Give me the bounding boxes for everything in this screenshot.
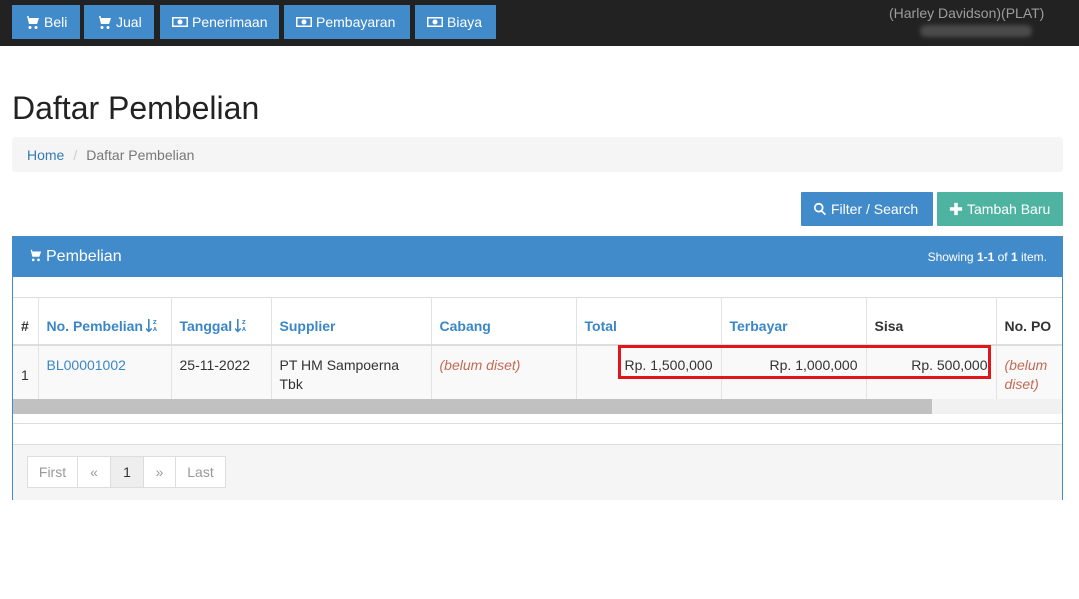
row-cabang: (belum diset)	[431, 344, 577, 400]
pagination: First « 1 » Last	[27, 456, 226, 488]
sort-icon: ZA	[145, 318, 158, 333]
money-icon	[172, 14, 188, 30]
biaya-button[interactable]: Biaya	[415, 5, 496, 39]
row-total: Rp. 1,500,000	[576, 344, 722, 400]
money-icon	[427, 14, 443, 30]
svg-text:A: A	[153, 327, 157, 333]
pagination-next[interactable]: »	[143, 456, 176, 488]
row-terbayar: Rp. 1,000,000	[721, 344, 867, 400]
showing-summary: Showing 1-1 of 1 item.	[928, 250, 1047, 264]
biaya-label: Biaya	[447, 14, 483, 30]
filter-search-label: Filter / Search	[831, 201, 919, 217]
beli-label: Beli	[44, 14, 68, 30]
breadcrumb-home-link[interactable]: Home	[27, 147, 64, 163]
cart-icon	[24, 14, 40, 30]
pembelian-table: # No. Pembelian Z A Tanggal Z A Supplier Cab…	[13, 297, 1062, 400]
breadcrumb: Home / Daftar Pembelian	[12, 137, 1063, 172]
column-header-tanggal-label: Tanggal	[179, 317, 233, 334]
top-navbar: Beli Jual Penerimaan Pembayaran Biaya (H…	[0, 0, 1079, 46]
table-header-row: # No. Pembelian Z A Tanggal Z A Supplier Cab…	[13, 297, 1062, 345]
pagination-first[interactable]: First	[27, 456, 78, 488]
search-icon	[813, 202, 827, 216]
svg-text:A: A	[242, 327, 246, 333]
no-pembelian-link[interactable]: BL00001002	[47, 357, 126, 373]
column-header-tanggal[interactable]: Tanggal Z A	[171, 297, 272, 345]
column-header-no-pembelian-label: No. Pembelian	[46, 317, 143, 334]
pagination-last[interactable]: Last	[175, 456, 226, 488]
column-header-no-pembelian[interactable]: No. Pembelian Z A	[38, 297, 172, 345]
row-no-pembelian-link[interactable]: BL00001002	[38, 344, 172, 400]
money-icon	[296, 14, 312, 30]
beli-button[interactable]: Beli	[12, 5, 80, 39]
filter-search-button[interactable]: Filter / Search	[801, 192, 933, 226]
breadcrumb-current: Daftar Pembelian	[86, 146, 195, 163]
panel-title: Pembelian	[28, 248, 122, 267]
cart-icon	[96, 14, 112, 30]
divider	[13, 423, 1062, 424]
row-sisa: Rp. 500,000	[866, 344, 997, 400]
svg-text:Z: Z	[242, 320, 246, 326]
row-index: 1	[13, 344, 39, 400]
column-header-cabang[interactable]: Cabang	[431, 297, 577, 345]
column-header-terbayar[interactable]: Terbayar	[721, 297, 867, 345]
summary-prefix: Showing	[927, 250, 977, 264]
tambah-baru-label: Tambah Baru	[967, 201, 1051, 217]
page-title: Daftar Pembelian	[12, 90, 260, 126]
plus-icon	[949, 202, 963, 216]
jual-button[interactable]: Jual	[84, 5, 154, 39]
no-po-unset: (belum diset)	[1004, 356, 1048, 392]
horizontal-scrollbar[interactable]	[13, 399, 1062, 414]
column-header-supplier[interactable]: Supplier	[271, 297, 432, 345]
cart-icon	[28, 248, 42, 267]
svg-text:Z: Z	[153, 320, 157, 326]
jual-label: Jual	[116, 14, 142, 30]
cabang-unset: (belum diset)	[439, 356, 521, 373]
table-row: 1 BL00001002 25-11-2022 PT HM Sampoerna …	[13, 344, 1062, 400]
summary-of: of	[994, 250, 1011, 264]
pagination-prev[interactable]: «	[77, 456, 111, 488]
summary-range: 1-1	[976, 250, 995, 264]
tambah-baru-button[interactable]: Tambah Baru	[937, 192, 1063, 226]
table-scroll-area[interactable]: # No. Pembelian Z A Tanggal Z A Supplier Cab…	[13, 297, 1062, 401]
sort-icon: ZA	[235, 318, 247, 333]
penerimaan-button[interactable]: Penerimaan	[160, 5, 279, 39]
pembayaran-label: Pembayaran	[316, 14, 396, 30]
pembelian-panel: Pembelian Showing 1-1 of 1 item. # No. P…	[12, 236, 1063, 500]
column-header-total[interactable]: Total	[576, 297, 722, 345]
panel-footer: First « 1 » Last	[13, 444, 1062, 500]
row-tanggal: 25-11-2022	[171, 344, 272, 400]
column-header-index: #	[13, 297, 39, 345]
column-header-no-po: No. PO	[996, 297, 1062, 345]
penerimaan-label: Penerimaan	[192, 14, 268, 30]
breadcrumb-separator: /	[73, 146, 78, 163]
user-email-blurred	[920, 25, 1032, 37]
summary-total: 1	[1010, 250, 1018, 264]
pagination-page-1[interactable]: 1	[110, 456, 144, 488]
row-no-po: (belum diset)	[996, 344, 1062, 400]
user-name[interactable]: (Harley Davidson)(PLAT)	[889, 5, 1044, 21]
scrollbar-thumb[interactable]	[13, 399, 932, 414]
column-header-sisa: Sisa	[866, 297, 997, 345]
pembayaran-button[interactable]: Pembayaran	[284, 5, 410, 39]
row-supplier: PT HM Sampoerna Tbk	[271, 344, 432, 400]
panel-title-label: Pembelian	[46, 248, 122, 265]
panel-heading: Pembelian Showing 1-1 of 1 item.	[13, 237, 1062, 277]
summary-suffix: item.	[1017, 250, 1047, 264]
